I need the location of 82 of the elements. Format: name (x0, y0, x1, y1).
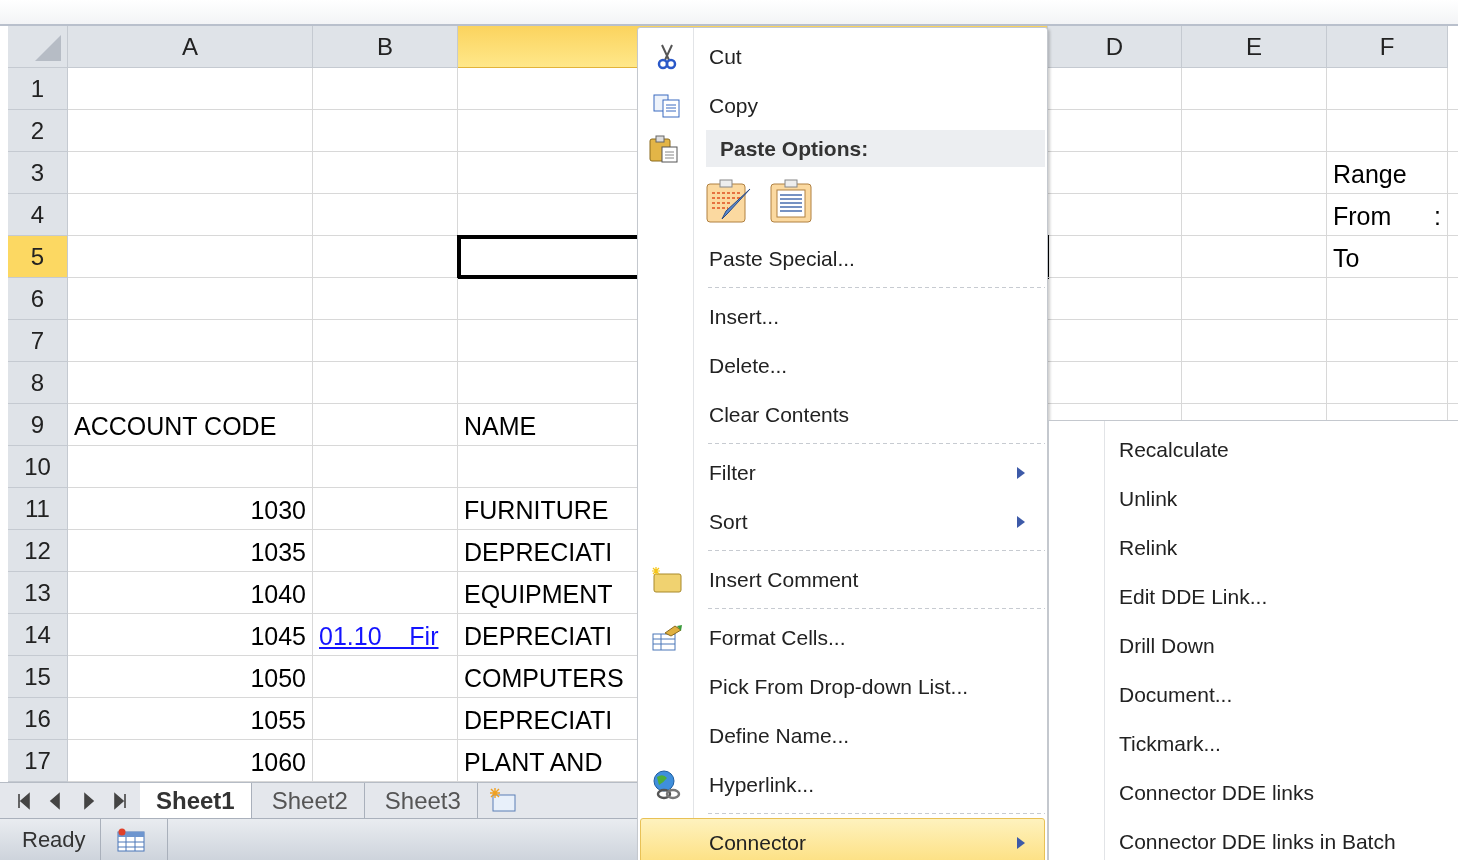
last-icon (111, 791, 129, 810)
sheet-view-icon[interactable] (116, 828, 145, 852)
row-header[interactable]: 3 (8, 152, 68, 194)
row-header[interactable]: 10 (8, 446, 68, 488)
row-header[interactable]: 11 (8, 488, 68, 530)
menu-item[interactable]: Connector DDE links in Batch (1049, 817, 1458, 860)
menu-item[interactable]: Drill Down (1049, 621, 1458, 670)
clipboard-brush-icon (706, 178, 752, 223)
cell-text: FURNITURE (464, 496, 609, 525)
cell-text: COMPUTERS (464, 664, 624, 693)
cell-text: DEPRECIATI (464, 622, 613, 651)
menu-item[interactable]: Edit DDE Link... (1049, 572, 1458, 621)
cell-text: 1035 (250, 538, 306, 567)
row-header[interactable]: 16 (8, 698, 68, 740)
column-header[interactable]: A (68, 26, 313, 68)
clipboard-icon (649, 134, 679, 163)
menu-item[interactable]: Format Cells... (640, 613, 1045, 662)
menu-item[interactable]: Copy (640, 81, 1045, 130)
menu-item[interactable]: Hyperlink... (640, 760, 1045, 809)
cell-text: DEPRECIATI (464, 706, 613, 735)
cell-text: 1060 (250, 748, 306, 777)
column-header[interactable]: D (1048, 26, 1182, 68)
paste-values-button[interactable] (770, 178, 814, 223)
cell-text: ACCOUNT CODE (74, 412, 277, 441)
cell-text: NAME (464, 412, 537, 441)
menu-item[interactable]: Relink (1049, 523, 1458, 572)
row-header[interactable]: 1 (8, 68, 68, 110)
hyperlink-text[interactable]: 01.10 Fir (319, 622, 439, 651)
menu-item[interactable]: Cut (640, 32, 1045, 81)
status-text: Ready (8, 819, 101, 860)
menu-item[interactable]: Paste Special... (640, 234, 1045, 283)
cell-text: 1055 (250, 706, 306, 735)
row-header[interactable]: 9 (8, 404, 68, 446)
menu-item[interactable]: Clear Contents (640, 390, 1045, 439)
cell-text: PLANT AND (464, 748, 603, 777)
clipboard-icon (770, 178, 814, 223)
first-icon (15, 791, 33, 810)
cell-text: 1040 (250, 580, 306, 609)
scissors-icon (656, 43, 678, 70)
menu-item[interactable]: Delete... (640, 341, 1045, 390)
menu-item[interactable]: Insert... (640, 292, 1045, 341)
menu-item[interactable]: Document... (1049, 670, 1458, 719)
row-header[interactable]: 2 (8, 110, 68, 152)
note-icon (651, 565, 683, 594)
row-header[interactable]: 15 (8, 656, 68, 698)
row-header[interactable]: 12 (8, 530, 68, 572)
row-header[interactable]: 4 (8, 194, 68, 236)
menu-item[interactable]: Insert Comment (640, 555, 1045, 604)
cell-text: DEPRECIATI (464, 538, 613, 567)
format-cells-icon (651, 623, 683, 652)
row-header[interactable]: 13 (8, 572, 68, 614)
menu-item[interactable]: Recalculate (1049, 425, 1458, 474)
menu-item[interactable]: Filter (640, 448, 1045, 497)
row-header[interactable]: 14 (8, 614, 68, 656)
row-header[interactable]: 6 (8, 278, 68, 320)
column-header[interactable]: E (1182, 26, 1327, 68)
cell-text: 1030 (250, 496, 306, 525)
colon-text: : (1434, 202, 1441, 231)
cell-text: To (1333, 244, 1360, 273)
row-header[interactable]: 7 (8, 320, 68, 362)
cell-text: 1045 (250, 622, 306, 651)
menu-item[interactable]: Connector (640, 818, 1045, 860)
menu-item[interactable]: Unlink (1049, 474, 1458, 523)
row-header[interactable]: 8 (8, 362, 68, 404)
cell-text: 1050 (250, 664, 306, 693)
cell-text: Range (1333, 160, 1407, 189)
menu-section-header: Paste Options: (706, 130, 1045, 167)
menu-item[interactable]: Connector DDE links (1049, 768, 1458, 817)
column-header[interactable]: F (1327, 26, 1448, 68)
menu-item[interactable]: Define Name... (640, 711, 1045, 760)
column-header[interactable]: B (313, 26, 458, 68)
row-header[interactable]: 5 (8, 236, 68, 278)
menu-item[interactable]: Tickmark... (1049, 719, 1458, 768)
row-header[interactable]: 17 (8, 740, 68, 782)
menu-item[interactable]: Pick From Drop-down List... (640, 662, 1045, 711)
cell-text: EQUIPMENT (464, 580, 613, 609)
sheet-tab[interactable]: Sheet1 (140, 783, 252, 818)
paste-formatting-button[interactable] (706, 178, 752, 223)
cell-text: From (1333, 202, 1392, 231)
globe-link-icon (651, 768, 683, 801)
menu-item[interactable]: Sort (640, 497, 1045, 546)
copy-icon (653, 93, 681, 118)
